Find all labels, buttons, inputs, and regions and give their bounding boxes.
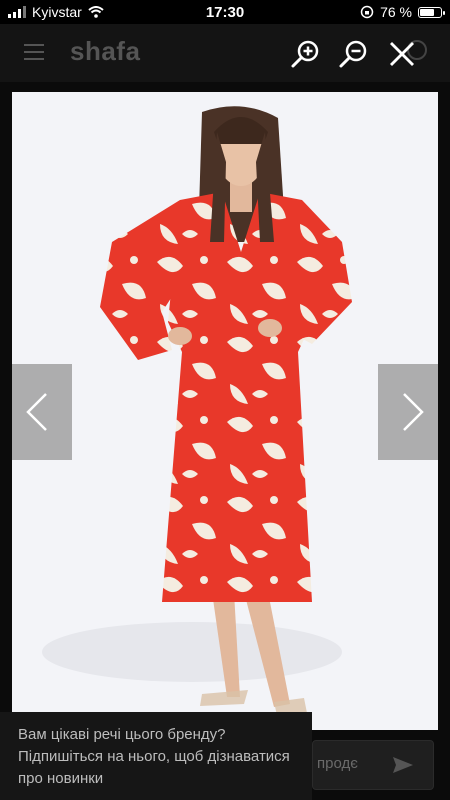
orientation-lock-icon [360, 5, 374, 19]
promo-text: Вам цікаві речі цього бренду? Підпишітьс… [18, 726, 290, 787]
close-icon[interactable] [386, 38, 418, 70]
send-icon[interactable] [392, 756, 414, 774]
status-bar: Kyivstar 17:30 76 % [0, 0, 450, 24]
product-photo [12, 92, 438, 730]
zoom-out-icon[interactable] [338, 38, 370, 70]
battery-icon [418, 6, 445, 18]
subscribe-placeholder: продє [317, 755, 358, 772]
status-right: 76 % [360, 4, 445, 20]
chevron-left-icon [26, 393, 47, 431]
zoom-in-icon[interactable] [290, 38, 322, 70]
app-logo: shafa [70, 36, 141, 66]
chevron-right-icon [403, 393, 424, 431]
previous-image-button[interactable] [12, 364, 72, 460]
app-header: shafa [0, 24, 450, 82]
hamburger-menu-icon [24, 44, 44, 60]
dress-illustration [42, 106, 352, 720]
subscribe-input[interactable]: продє [312, 740, 434, 790]
battery-percent: 76 % [380, 4, 412, 20]
next-image-button[interactable] [378, 364, 438, 460]
brand-subscribe-promo: Вам цікаві речі цього бренду? Підпишітьс… [0, 712, 312, 800]
